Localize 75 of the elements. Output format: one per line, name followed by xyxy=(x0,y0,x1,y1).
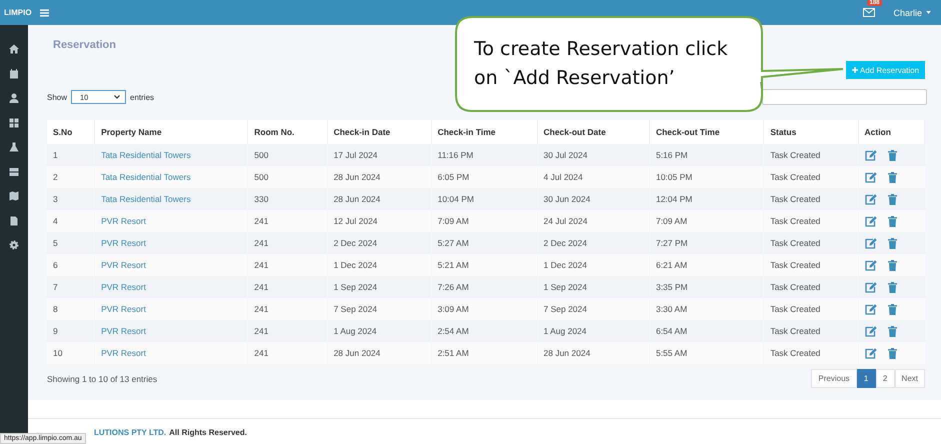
trash-icon[interactable] xyxy=(888,326,896,336)
edit-icon[interactable] xyxy=(864,260,876,270)
user-menu[interactable]: Charlie xyxy=(893,8,931,18)
edit-icon[interactable] xyxy=(864,304,876,314)
menu-icon[interactable] xyxy=(40,8,49,16)
property-link[interactable]: Tata Residential Towers xyxy=(101,172,191,182)
edit-icon[interactable] xyxy=(864,150,876,160)
pagination-button[interactable]: Previous xyxy=(811,369,857,388)
property-link[interactable]: PVR Resort xyxy=(101,216,146,226)
entries-label: entries xyxy=(130,92,154,102)
flask-icon[interactable] xyxy=(9,142,19,152)
column-header: Check-out Date xyxy=(537,120,650,144)
user-icon[interactable] xyxy=(9,93,19,103)
page-button[interactable]: 2 xyxy=(876,369,895,388)
column-header: Check-in Date xyxy=(327,120,432,144)
map-icon[interactable] xyxy=(9,191,19,201)
document-icon[interactable] xyxy=(9,216,19,226)
server-icon[interactable] xyxy=(9,166,19,176)
chevron-icon xyxy=(114,95,120,99)
entries-info: Showing 1 to 10 of 13 entries xyxy=(47,374,158,384)
column-header: Action xyxy=(858,120,924,144)
property-link[interactable]: PVR Resort xyxy=(101,304,146,314)
calendar-icon[interactable] xyxy=(9,68,19,78)
table-cell: Task Created xyxy=(764,342,858,364)
table-cell: 10 xyxy=(47,342,95,364)
table-cell: 28 Jun 2024 xyxy=(537,342,650,364)
column-header: Check-in Time xyxy=(431,120,537,144)
column-header: Check-out Time xyxy=(649,120,764,144)
caret-icon xyxy=(926,11,931,14)
add-reservation-button[interactable]: Add Reservation xyxy=(846,61,925,79)
trash-icon[interactable] xyxy=(888,216,896,226)
table-cell: 5:55 AM xyxy=(649,342,764,364)
callout-text: To create Reservation click on `Add Reservation’ xyxy=(474,37,728,91)
edit-icon[interactable] xyxy=(864,172,876,182)
property-link[interactable]: PVR Resort xyxy=(101,348,146,358)
page-title: Reservation xyxy=(53,39,116,51)
property-link[interactable]: PVR Resort xyxy=(101,326,146,336)
home-icon[interactable] xyxy=(9,44,19,54)
edit-icon[interactable] xyxy=(864,194,876,204)
copyright-text: All Rights Reserved. xyxy=(169,428,247,437)
pagination-button[interactable]: Next xyxy=(894,369,925,388)
edit-icon[interactable] xyxy=(864,348,876,358)
trash-icon[interactable] xyxy=(888,282,896,292)
plus-icon xyxy=(852,67,858,73)
company-link[interactable]: LUTIONS PTY LTD. xyxy=(94,428,166,437)
trash-icon[interactable] xyxy=(888,260,896,270)
search-field[interactable] xyxy=(762,89,927,105)
property-link[interactable]: Tata Residential Towers xyxy=(101,194,191,204)
property-link[interactable]: PVR Resort xyxy=(101,260,146,270)
table-cell: 28 Jun 2024 xyxy=(327,342,432,364)
column-header: Status xyxy=(764,120,858,144)
property-link[interactable]: PVR Resort xyxy=(101,282,146,292)
logo-text[interactable]: LIMPIO xyxy=(4,8,32,17)
edit-icon[interactable] xyxy=(864,238,876,248)
trash-icon[interactable] xyxy=(888,172,896,182)
grid-icon[interactable] xyxy=(9,118,19,128)
table-cell: 2:51 AM xyxy=(431,342,537,364)
edit-icon[interactable] xyxy=(864,216,876,226)
show-label: Show xyxy=(47,92,68,102)
gear-icon[interactable] xyxy=(9,240,19,250)
property-link[interactable]: PVR Resort xyxy=(101,238,146,248)
trash-icon[interactable] xyxy=(888,348,896,358)
edit-icon[interactable] xyxy=(864,326,876,336)
property-link[interactable]: Tata Residential Towers xyxy=(101,150,191,160)
trash-icon[interactable] xyxy=(888,304,896,314)
edit-icon[interactable] xyxy=(864,282,876,292)
column-header: S.No xyxy=(47,120,95,144)
envelope-icon[interactable] xyxy=(863,8,876,17)
page-button[interactable]: 1 xyxy=(856,369,876,388)
table-cell: 241 xyxy=(248,342,328,364)
column-header: Room No. xyxy=(248,120,328,144)
column-header: Property Name xyxy=(94,120,248,144)
trash-icon[interactable] xyxy=(888,150,896,160)
trash-icon[interactable] xyxy=(888,238,896,248)
trash-icon[interactable] xyxy=(888,194,896,204)
